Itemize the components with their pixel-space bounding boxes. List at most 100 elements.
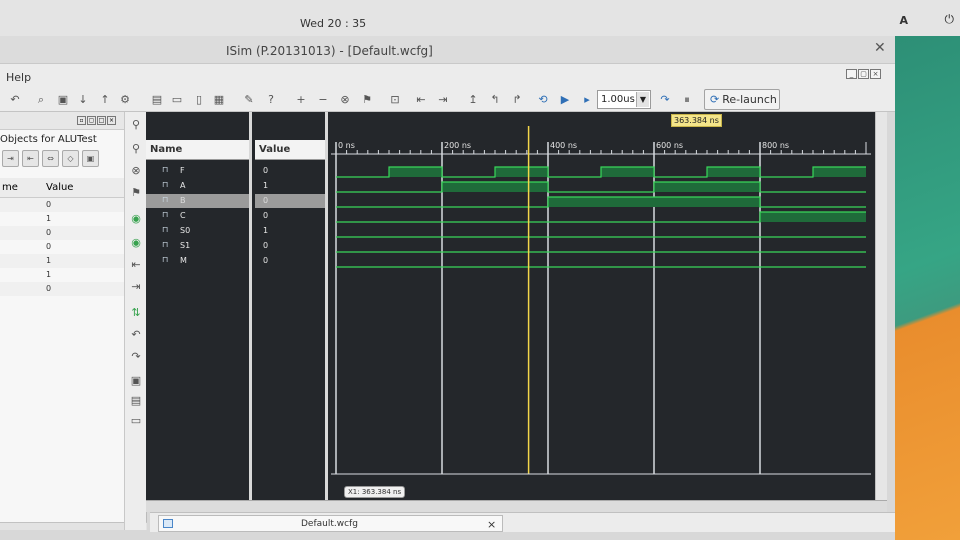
- zoom-fit-icon[interactable]: ⊗: [338, 93, 352, 107]
- snap-icon[interactable]: ▭: [129, 414, 143, 428]
- divider-icon[interactable]: ▤: [129, 394, 143, 408]
- signal-value-row[interactable]: 0: [255, 164, 325, 178]
- waveform-vertical-scrollbar[interactable]: [875, 112, 887, 512]
- panel-close-icon[interactable]: ×: [107, 116, 116, 125]
- run-time-select[interactable]: 1.00us ▼: [597, 90, 651, 109]
- signal-value: 0: [263, 166, 269, 175]
- signal-value-row[interactable]: 0: [255, 194, 325, 208]
- prev-edge-icon[interactable]: ⇤: [129, 258, 143, 272]
- objects-filter-buttons: ⇥ ⇤ ⇔ ◇ ▣: [2, 150, 99, 167]
- goto-cursor-icon[interactable]: ⊡: [388, 93, 402, 107]
- filter-output-icon[interactable]: ⇤: [22, 150, 39, 167]
- run-all-icon[interactable]: ▶: [558, 93, 572, 107]
- folder-icon[interactable]: ▣: [56, 93, 70, 107]
- signal-wire-icon: ⊓: [162, 225, 169, 234]
- find-icon[interactable]: ⌕: [34, 93, 48, 107]
- prev-transition-icon[interactable]: ⇤: [414, 93, 428, 107]
- rotate-left-icon[interactable]: ↶: [129, 328, 143, 342]
- add-cursor-icon[interactable]: ◉: [129, 212, 143, 226]
- signal-value-row[interactable]: 1: [255, 179, 325, 193]
- desktop-top-bar: Wed 20 : 35 A ⏻: [0, 0, 960, 36]
- prev-marker-icon[interactable]: ↰: [488, 93, 502, 107]
- signal-value-row[interactable]: 1: [255, 224, 325, 238]
- mdi-restore-icon[interactable]: ▢: [858, 69, 869, 79]
- signal-name: C: [180, 211, 186, 220]
- step-icon[interactable]: ↷: [658, 93, 672, 107]
- waveform-high-segment: [601, 167, 654, 177]
- signal-name: S0: [180, 226, 191, 235]
- tab-default-wcfg[interactable]: Default.wcfg ×: [158, 515, 503, 532]
- next-edge-icon[interactable]: ⇥: [129, 280, 143, 294]
- signal-row-c[interactable]: ⊓ C: [146, 209, 249, 223]
- arrow-up-icon[interactable]: ↑: [98, 93, 112, 107]
- swap-icon[interactable]: ⇅: [129, 306, 143, 320]
- settings-icon[interactable]: ⚙: [118, 93, 132, 107]
- object-value: 0: [46, 242, 52, 251]
- window-list-icon[interactable]: ▦: [212, 93, 226, 107]
- marker-tool-icon[interactable]: ⚑: [129, 186, 143, 200]
- cursor-time-label[interactable]: 363.384 ns: [671, 114, 722, 127]
- panel-maximize-icon[interactable]: □: [97, 116, 106, 125]
- help-icon[interactable]: ?: [264, 93, 278, 107]
- next-marker-icon[interactable]: ↱: [510, 93, 524, 107]
- signal-value-row[interactable]: 0: [255, 209, 325, 223]
- power-icon[interactable]: ⏻: [945, 12, 955, 27]
- mdi-minimize-icon[interactable]: _: [846, 69, 857, 79]
- filter-internal-icon[interactable]: ◇: [62, 150, 79, 167]
- undo-icon[interactable]: ↶: [8, 93, 22, 107]
- objects-col-value[interactable]: Value: [46, 182, 73, 193]
- panel-restore-icon[interactable]: ▢: [87, 116, 96, 125]
- arrow-down-icon[interactable]: ↓: [76, 93, 90, 107]
- tab-close-icon[interactable]: ×: [487, 518, 496, 531]
- next-transition-icon[interactable]: ⇥: [436, 93, 450, 107]
- relaunch-button[interactable]: ⟳ Re-launch: [704, 89, 780, 110]
- desktop-screen: Wed 20 : 35 A ⏻ ISim (P.20131013) - [Def…: [0, 0, 960, 540]
- marker-icon[interactable]: ⚑: [360, 93, 374, 107]
- rotate-right-icon[interactable]: ↷: [129, 350, 143, 364]
- add-marker-icon[interactable]: ↥: [466, 93, 480, 107]
- mdi-close-icon[interactable]: ×: [870, 69, 881, 79]
- clock[interactable]: Wed 20 : 35: [300, 17, 366, 30]
- waveform-canvas[interactable]: 0 ns 200 ns 400 ns 600 ns 800 ns: [331, 112, 887, 512]
- signal-value-row[interactable]: 0: [255, 239, 325, 253]
- window-close-icon[interactable]: ✕: [874, 40, 886, 56]
- restart-icon[interactable]: ⟲: [536, 93, 550, 107]
- object-value: 1: [46, 256, 52, 265]
- panel-float-icon[interactable]: ▫: [77, 116, 86, 125]
- tile-vertical-icon[interactable]: ▯: [192, 93, 206, 107]
- wrench-icon[interactable]: ✎: [242, 93, 256, 107]
- signal-row-s0[interactable]: ⊓ S0: [146, 224, 249, 238]
- signal-row-b[interactable]: ⊓ B: [146, 194, 249, 208]
- menu-help[interactable]: Help: [6, 71, 31, 84]
- zoom-in-icon[interactable]: +: [294, 93, 308, 107]
- chevron-down-icon[interactable]: ▼: [636, 92, 649, 107]
- group-icon[interactable]: ▣: [129, 374, 143, 388]
- objects-col-name[interactable]: me: [2, 182, 18, 193]
- waveform-high-segment: [654, 182, 760, 192]
- signal-row-m[interactable]: ⊓ M: [146, 254, 249, 268]
- signal-row-s1[interactable]: ⊓ S1: [146, 239, 249, 253]
- signal-row-f[interactable]: ⊓ F: [146, 164, 249, 178]
- zoom-tool-icon[interactable]: ⚲: [129, 118, 143, 132]
- zoom-out-tool-icon[interactable]: ⚲: [129, 142, 143, 156]
- tile-horizontal-icon[interactable]: ▭: [170, 93, 184, 107]
- zoom-out-icon[interactable]: −: [316, 93, 330, 107]
- run-for-icon[interactable]: ▸: [580, 93, 594, 107]
- filter-input-icon[interactable]: ⇥: [2, 150, 19, 167]
- zoom-full-icon[interactable]: ⊗: [129, 164, 143, 178]
- delete-cursor-icon[interactable]: ◉: [129, 236, 143, 250]
- object-value: 0: [46, 228, 52, 237]
- window-cascade-icon[interactable]: ▤: [150, 93, 164, 107]
- value-column-header[interactable]: Value: [255, 140, 325, 160]
- name-column-header[interactable]: Name: [146, 140, 249, 160]
- accessibility-icon[interactable]: A: [899, 14, 908, 27]
- waveform-plot[interactable]: 0 ns 200 ns 400 ns 600 ns 800 ns 363.384 ns …: [331, 112, 887, 512]
- signal-row-a[interactable]: ⊓ A: [146, 179, 249, 193]
- filter-constant-icon[interactable]: ▣: [82, 150, 99, 167]
- waveform-horizontal-scrollbar[interactable]: [146, 500, 887, 512]
- signal-wire-icon: ⊓: [162, 180, 169, 189]
- filter-bidir-icon[interactable]: ⇔: [42, 150, 59, 167]
- signal-wire-icon: ⊓: [162, 195, 169, 204]
- signal-value-row[interactable]: 0: [255, 254, 325, 268]
- pause-icon[interactable]: ⏸: [680, 93, 694, 107]
